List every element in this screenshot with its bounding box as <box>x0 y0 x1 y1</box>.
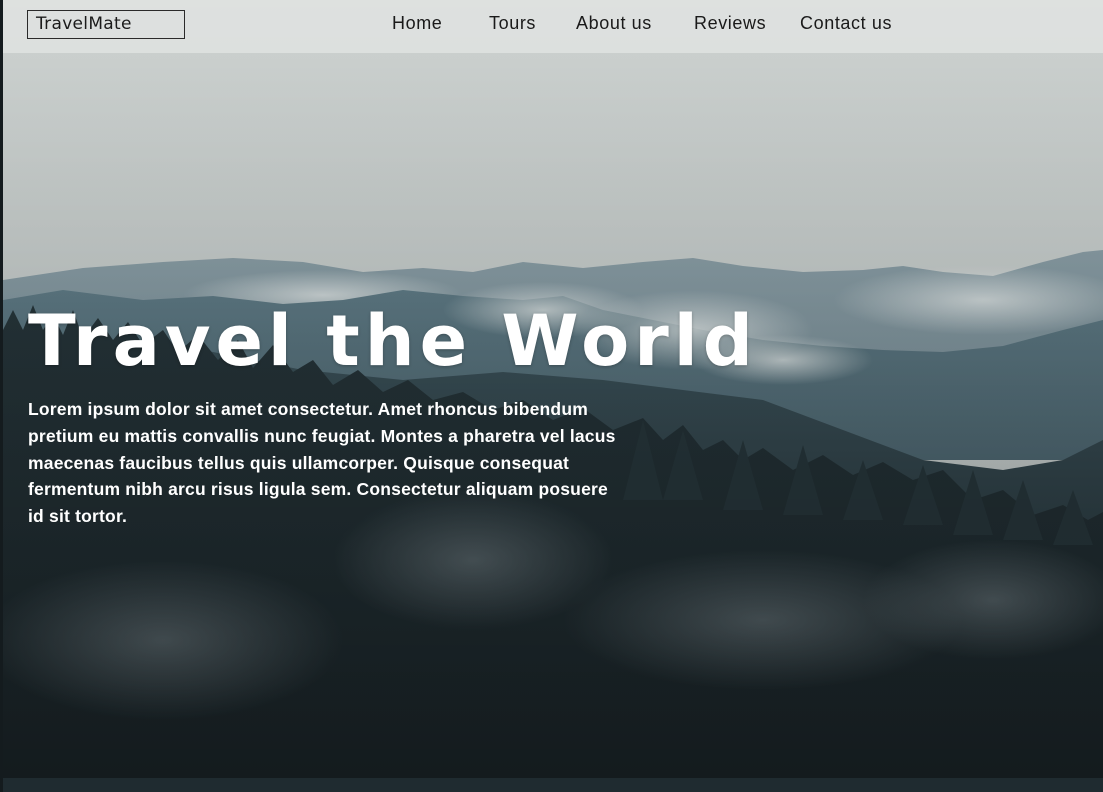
nav-links: Home Tours About us Reviews Contact us <box>3 13 1103 37</box>
hero-description: Lorem ipsum dolor sit amet consectetur. … <box>28 399 616 527</box>
nav-link-reviews[interactable]: Reviews <box>694 13 766 34</box>
hero-title: Travel the World <box>28 300 758 382</box>
nav-link-tours[interactable]: Tours <box>489 13 536 34</box>
nav-link-contact-us[interactable]: Contact us <box>800 13 892 34</box>
hero-background-image <box>3 0 1103 778</box>
nav-link-home[interactable]: Home <box>392 13 442 34</box>
nav-link-about-us[interactable]: About us <box>576 13 652 34</box>
hero-section: Travel the World Lorem ipsum dolor sit a… <box>3 0 1103 778</box>
top-navbar: TravelMate Home Tours About us Reviews C… <box>3 0 1103 53</box>
page-left-edge <box>0 0 3 792</box>
footer-strip <box>0 778 1103 792</box>
